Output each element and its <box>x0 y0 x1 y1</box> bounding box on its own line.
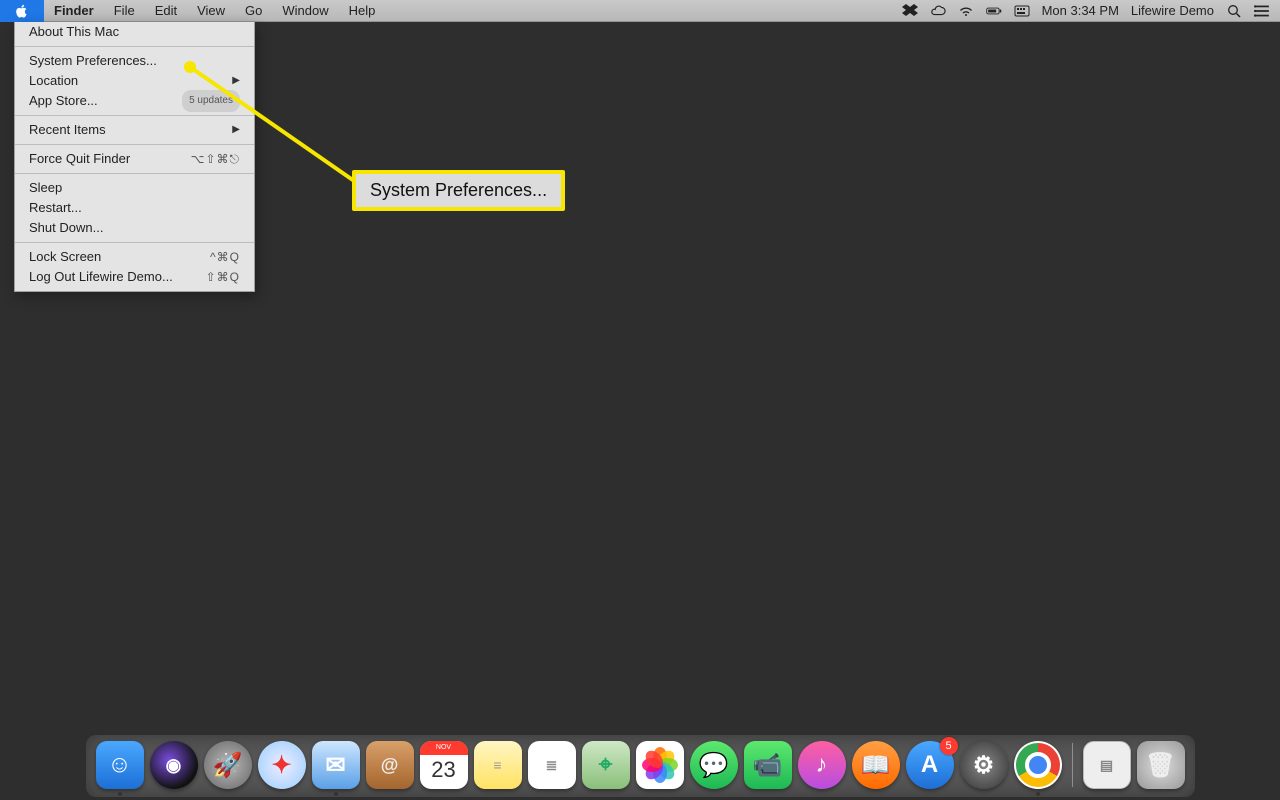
calendar-month-label: NOV <box>420 741 468 755</box>
menu-help[interactable]: Help <box>339 0 386 22</box>
app-menu-items: Finder File Edit View Go Window Help <box>44 0 385 21</box>
dock-appstore[interactable]: A5 <box>906 741 954 789</box>
menu-separator <box>15 46 254 47</box>
dock-siri[interactable]: ◉ <box>150 741 198 789</box>
menu-system-preferences[interactable]: System Preferences... <box>15 51 254 71</box>
apple-icon <box>15 4 29 18</box>
menubar-status-area: Mon 3:34 PM Lifewire Demo <box>902 3 1280 18</box>
menu-separator <box>15 173 254 174</box>
dock-finder[interactable]: ☺ <box>96 741 144 789</box>
menu-location[interactable]: Location▶ <box>15 71 254 91</box>
menu-shut-down[interactable]: Shut Down... <box>15 218 254 238</box>
dock-document[interactable]: ▤ <box>1083 741 1131 789</box>
menu-separator <box>15 242 254 243</box>
dock-ibooks[interactable]: 📖 <box>852 741 900 789</box>
menu-window[interactable]: Window <box>272 0 338 22</box>
dock-chrome[interactable] <box>1014 741 1062 789</box>
dock-reminders[interactable]: ≣ <box>528 741 576 789</box>
dock-contacts[interactable]: @ <box>366 741 414 789</box>
photos-icon <box>642 747 678 783</box>
dock-launchpad[interactable]: 🚀 <box>204 741 252 789</box>
dropbox-icon[interactable] <box>902 4 918 18</box>
submenu-arrow-icon: ▶ <box>232 71 240 91</box>
dock-system-preferences[interactable]: ⚙ <box>960 741 1008 789</box>
menu-log-out[interactable]: Log Out Lifewire Demo...⇧⌘Q <box>15 267 254 287</box>
dock-safari[interactable]: ✦ <box>258 741 306 789</box>
submenu-arrow-icon: ▶ <box>232 120 240 140</box>
spotlight-icon[interactable] <box>1226 4 1242 18</box>
battery-icon[interactable] <box>986 4 1002 18</box>
dock-photos[interactable] <box>636 741 684 789</box>
menu-go[interactable]: Go <box>235 0 272 22</box>
shortcut-label: ⌥⇧⌘⎋ <box>191 149 240 169</box>
dock-facetime[interactable]: 📹 <box>744 741 792 789</box>
menu-app-store[interactable]: App Store...5 updates <box>15 91 254 111</box>
calendar-day-label: 23 <box>431 757 455 783</box>
wifi-icon[interactable] <box>958 4 974 18</box>
shortcut-label: ^⌘Q <box>210 247 240 267</box>
dock-itunes[interactable]: ♪ <box>798 741 846 789</box>
annotation-callout: System Preferences... <box>352 170 565 211</box>
dock-separator <box>1072 743 1073 787</box>
creative-cloud-icon[interactable] <box>930 4 946 18</box>
dock-notes[interactable]: ≡ <box>474 741 522 789</box>
menubar-clock[interactable]: Mon 3:34 PM <box>1042 3 1119 18</box>
dock-calendar[interactable]: NOV 23 <box>420 741 468 789</box>
notification-center-icon[interactable] <box>1254 4 1270 18</box>
dock-maps[interactable]: ⌖ <box>582 741 630 789</box>
annotation-text: System Preferences... <box>370 180 547 200</box>
menu-file[interactable]: File <box>104 0 145 22</box>
chrome-icon <box>1016 743 1060 787</box>
dock-container: ☺ ◉ 🚀 ✦ ✉ @ NOV 23 ≡ ≣ ⌖ 💬 📹 ♪ <box>0 726 1280 800</box>
menu-restart[interactable]: Restart... <box>15 198 254 218</box>
running-indicator <box>334 792 338 796</box>
menu-edit[interactable]: Edit <box>145 0 187 22</box>
menu-sleep[interactable]: Sleep <box>15 178 254 198</box>
shortcut-label: ⇧⌘Q <box>206 267 240 287</box>
running-indicator <box>1036 792 1040 796</box>
running-indicator <box>118 792 122 796</box>
dock: ☺ ◉ 🚀 ✦ ✉ @ NOV 23 ≡ ≣ ⌖ 💬 📹 ♪ <box>86 735 1195 797</box>
menu-app-name[interactable]: Finder <box>44 0 104 22</box>
menu-recent-items[interactable]: Recent Items▶ <box>15 120 254 140</box>
dock-trash[interactable]: 🗑 <box>1137 741 1185 789</box>
dock-messages[interactable]: 💬 <box>690 741 738 789</box>
dock-mail[interactable]: ✉ <box>312 741 360 789</box>
apple-menu-button[interactable] <box>0 0 44 22</box>
menu-about-this-mac[interactable]: About This Mac <box>15 22 254 42</box>
menu-lock-screen[interactable]: Lock Screen^⌘Q <box>15 247 254 267</box>
appstore-badge: 5 <box>940 737 958 755</box>
keyboard-layout-icon[interactable] <box>1014 4 1030 18</box>
menu-force-quit[interactable]: Force Quit Finder⌥⇧⌘⎋ <box>15 149 254 169</box>
updates-badge: 5 updates <box>182 90 240 112</box>
apple-menu-dropdown: About This Mac System Preferences... Loc… <box>14 22 255 292</box>
menubar-user[interactable]: Lifewire Demo <box>1131 3 1214 18</box>
menubar: Finder File Edit View Go Window Help Mon… <box>0 0 1280 22</box>
menu-separator <box>15 144 254 145</box>
menu-view[interactable]: View <box>187 0 235 22</box>
menu-separator <box>15 115 254 116</box>
